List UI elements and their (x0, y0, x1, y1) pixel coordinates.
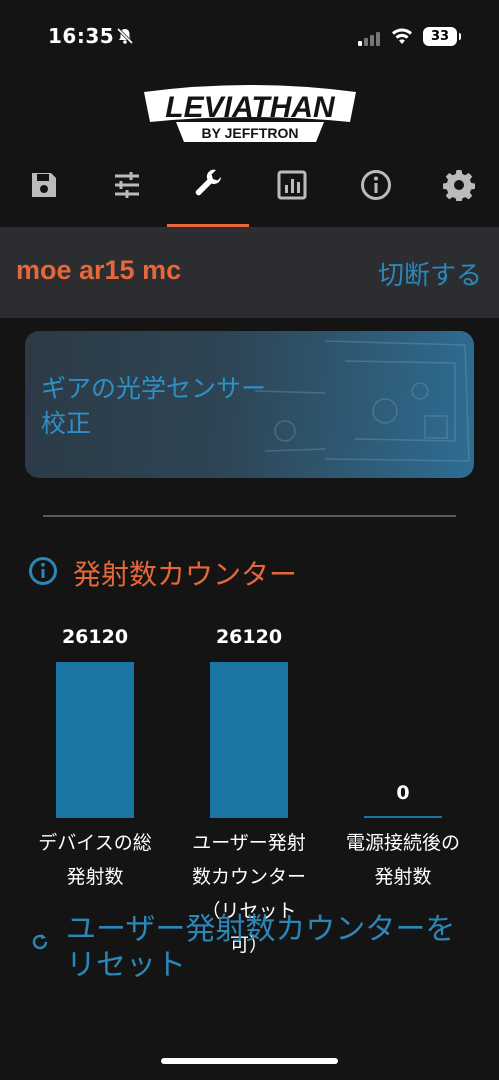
section-divider (43, 515, 456, 517)
device-name: moe ar15 mc (16, 255, 182, 285)
reset-label-line1: ユーザー発射数カウンターを (66, 912, 456, 947)
tab-settings-sliders[interactable] (97, 165, 157, 209)
bar-3 (364, 816, 442, 818)
bar-value-label-1: 26120 (61, 626, 129, 648)
bar-category-label-line: 発射数 (66, 866, 124, 888)
refresh-icon (30, 932, 50, 956)
wifi-icon (391, 27, 413, 49)
logo-wordmark: LEVIATHAN (165, 91, 336, 124)
bar-category-label-line: 電源接続後の (345, 832, 460, 854)
save-icon (29, 170, 59, 204)
bar-category-label-line: 発射数 (374, 866, 432, 888)
bar-category-label-line: ユーザー発射 (192, 832, 306, 854)
info-icon (360, 169, 392, 205)
battery-icon: 33 (423, 27, 461, 46)
bar-2 (210, 662, 288, 818)
gear-sensor-calibration-card[interactable]: ギアの光学センサー 校正 (25, 331, 474, 478)
logo-subtitle: BY JEFFTRON (202, 125, 299, 141)
shot-counter-title: 発射数カウンター (73, 558, 298, 591)
bar-category-label-line: デバイスの総 (38, 832, 152, 854)
shot-counter-header: 発射数カウンター (28, 553, 297, 593)
app-logo: LEVIATHAN BY JEFFTRON (140, 82, 360, 146)
tab-app-settings[interactable] (429, 165, 489, 209)
sliders-icon (112, 170, 142, 204)
gear-icon (442, 169, 476, 205)
bar-category-label-1: デバイスの総 発射数 (20, 826, 170, 894)
calibration-title-line1: ギアの光学センサー (41, 374, 267, 403)
wrench-icon (192, 169, 224, 205)
home-indicator[interactable] (161, 1058, 338, 1064)
reset-label-line2: リセット (66, 948, 186, 983)
signal-icon (358, 31, 382, 50)
calibration-title-line2: 校正 (41, 409, 92, 438)
disconnect-button[interactable]: 切断する (378, 255, 482, 292)
bar-value-label-2: 26120 (215, 626, 283, 648)
info-circle-icon[interactable] (28, 556, 58, 590)
bar-1 (56, 662, 134, 818)
stats-icon (277, 170, 307, 204)
main-toolbar (0, 165, 499, 228)
tab-save[interactable] (14, 165, 74, 209)
bar-value-label-3: 0 (396, 782, 410, 804)
bar-category-label-line: 数カウンター (191, 866, 306, 888)
status-time: 16:35 (48, 24, 115, 48)
status-bar: 16:35 33 (0, 0, 499, 70)
tab-info[interactable] (346, 165, 406, 209)
tab-statistics[interactable] (262, 165, 322, 209)
tab-tools[interactable] (178, 165, 238, 209)
bell-muted-icon (116, 27, 134, 49)
bar-category-label-3: 電源接続後の 発射数 (328, 826, 478, 894)
